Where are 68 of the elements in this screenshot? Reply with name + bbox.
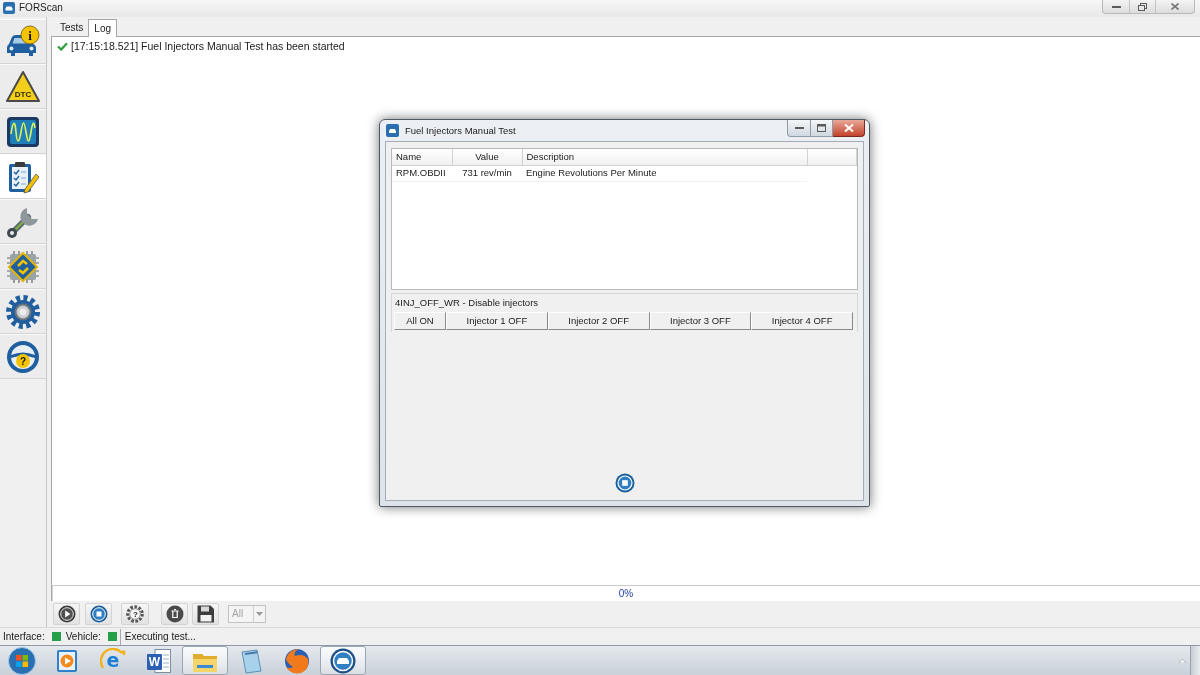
close-icon	[843, 124, 854, 132]
trash-icon	[165, 605, 184, 623]
minimize-button[interactable]	[787, 120, 811, 137]
table-cell: 731 rev/min	[452, 165, 522, 181]
help-ring-icon	[126, 605, 144, 623]
action-button[interactable]: Injector 4 OFF	[751, 312, 853, 330]
taskbar-button[interactable]	[320, 646, 366, 675]
app-badge-icon	[330, 647, 356, 674]
group-title: 4INJ_OFF_WR - Disable injectors	[394, 296, 540, 309]
action-button[interactable]: Injector 1 OFF	[446, 312, 548, 330]
dialog-title: Fuel Injectors Manual Test	[405, 124, 516, 138]
close-button[interactable]	[833, 120, 865, 137]
sidebar-button[interactable]	[0, 109, 46, 154]
log-entry: [17:15:18.521] Fuel Injectors Manual Test has been started	[71, 39, 345, 53]
status-message: Executing test...	[119, 628, 196, 645]
sidebar-button[interactable]: ?	[0, 334, 46, 379]
table-cell: Engine Revolutions Per Minute	[522, 165, 807, 181]
sidebar-button[interactable]	[0, 154, 46, 199]
app-icon	[3, 2, 15, 14]
play-button[interactable]	[53, 603, 80, 625]
stop-icon	[89, 605, 108, 623]
column-header[interactable]: Value	[452, 149, 522, 165]
close-icon	[1171, 3, 1179, 10]
check-icon	[57, 41, 68, 51]
media-player-icon	[54, 647, 80, 674]
sidebar-button[interactable]: i	[0, 19, 46, 64]
status-label: Interface:	[3, 630, 45, 643]
action-button[interactable]: Injector 2 OFF	[547, 312, 650, 330]
sidebar-button[interactable]: DTC	[0, 64, 46, 109]
chip-icon	[5, 248, 41, 285]
table-cell: RPM.OBDII	[392, 165, 452, 181]
play-icon	[57, 605, 76, 623]
maximize-icon	[817, 124, 826, 132]
caret-up-icon	[1178, 658, 1186, 663]
action-button[interactable]: Injector 3 OFF	[649, 312, 752, 330]
stop-button[interactable]	[613, 472, 636, 494]
steering-wheel-icon	[5, 338, 41, 375]
gear-icon	[5, 293, 41, 330]
sidebar-button[interactable]	[0, 199, 46, 244]
delete-button[interactable]	[161, 603, 188, 625]
taskbar-button[interactable]	[182, 646, 228, 675]
document-icon	[146, 647, 172, 674]
window-title: FORScan	[19, 1, 63, 15]
save-icon	[196, 605, 215, 623]
minimize-icon	[794, 127, 804, 129]
column-header[interactable]: Description	[522, 149, 807, 165]
status-label: Vehicle:	[65, 630, 101, 643]
stop-button[interactable]	[85, 603, 112, 625]
notepad-icon	[238, 647, 264, 674]
flag-orb-icon	[8, 646, 36, 675]
app-icon	[386, 124, 399, 137]
minimize-icon	[1111, 5, 1121, 8]
stop-icon	[614, 473, 635, 493]
column-header[interactable]: Name	[392, 149, 452, 165]
taskbar-button[interactable]: W	[136, 646, 182, 675]
tab[interactable]: Log	[88, 19, 118, 37]
sidebar-button[interactable]	[0, 289, 46, 334]
maximize-button[interactable]	[811, 120, 833, 137]
globe-icon	[284, 647, 310, 674]
action-button[interactable]: All ON	[394, 312, 446, 330]
restore-icon	[1138, 2, 1147, 11]
help-button[interactable]: ?	[121, 603, 149, 625]
save-button[interactable]	[192, 603, 219, 625]
tab[interactable]: Tests	[55, 20, 89, 36]
warning-triangle-icon	[5, 68, 41, 105]
caret-icon	[256, 612, 263, 616]
progress-reading: 0%	[618, 587, 634, 600]
sidebar-button[interactable]	[0, 244, 46, 289]
